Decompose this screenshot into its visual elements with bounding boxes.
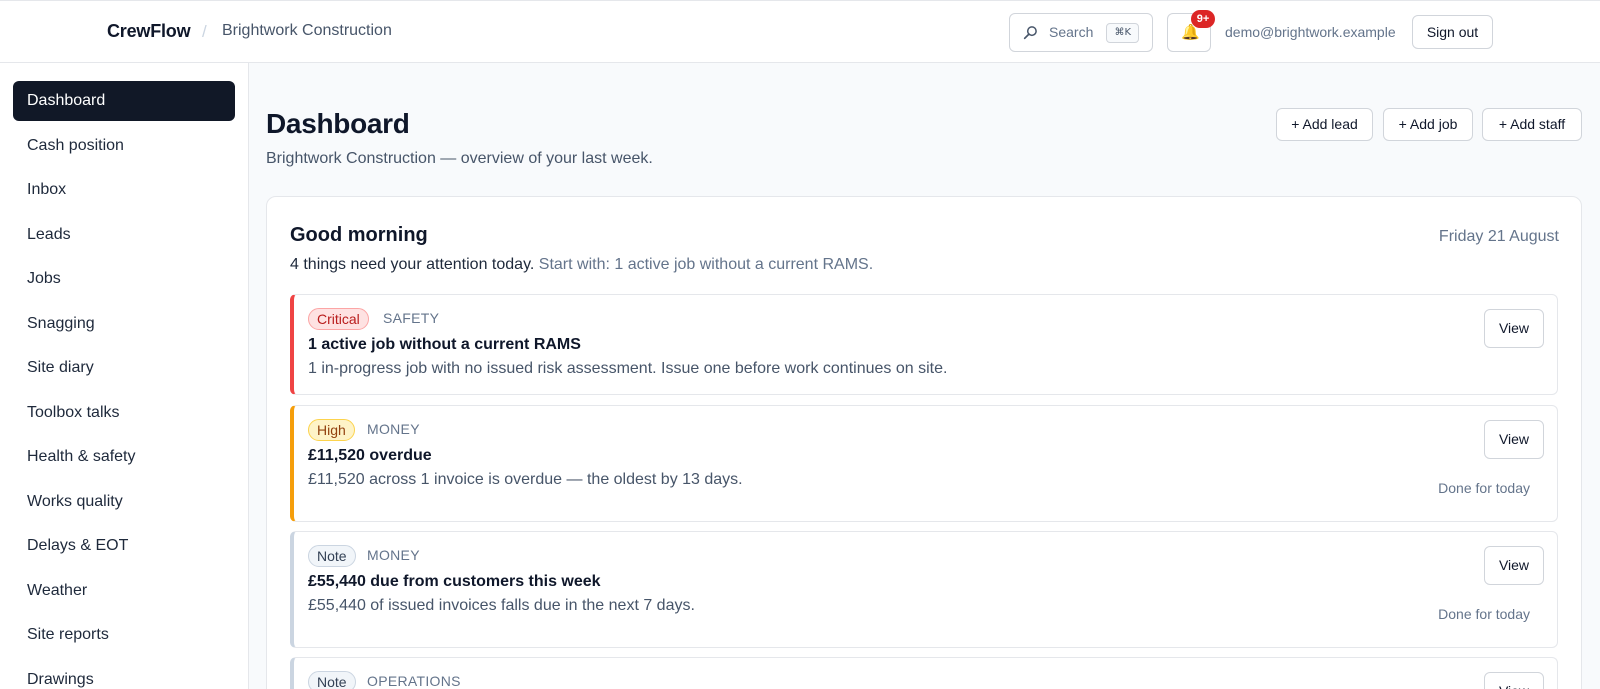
alert-title: £11,520 overdue xyxy=(308,447,432,464)
search-icon xyxy=(1023,26,1037,40)
search-button[interactable]: Search ⌘K xyxy=(1009,13,1153,52)
alert-item: Note MONEY £55,440 due from customers th… xyxy=(290,531,1558,648)
sidebar-item-works-quality[interactable]: Works quality xyxy=(13,482,235,522)
add-staff-button[interactable]: + Add staff xyxy=(1482,108,1582,141)
view-button[interactable]: View xyxy=(1484,672,1544,689)
sidebar-item-inbox[interactable]: Inbox xyxy=(13,170,235,210)
search-label: Search xyxy=(1049,24,1094,40)
alert-description: £55,440 of issued invoices falls due in … xyxy=(308,597,695,614)
breadcrumb-separator: / xyxy=(202,22,207,41)
sidebar-item-jobs[interactable]: Jobs xyxy=(13,259,235,299)
sidebar-item-health-safety[interactable]: Health & safety xyxy=(13,437,235,477)
severity-badge: Note xyxy=(308,671,356,689)
alert-title: 1 active job without a current RAMS xyxy=(308,336,581,353)
page-title: Dashboard xyxy=(266,108,410,139)
sidebar-item-leads[interactable]: Leads xyxy=(13,215,235,255)
sidebar-item-toolbox-talks[interactable]: Toolbox talks xyxy=(13,393,235,433)
view-button[interactable]: View xyxy=(1484,420,1544,459)
user-email: demo@brightwork.example xyxy=(1225,24,1396,40)
sidebar-item-dashboard[interactable]: Dashboard xyxy=(13,81,235,121)
search-shortcut: ⌘K xyxy=(1106,23,1139,43)
severity-badge: Critical xyxy=(308,308,369,330)
alert-item: High MONEY £11,520 overdue £11,520 acros… xyxy=(290,405,1558,522)
alert-description: 1 in-progress job with no issued risk as… xyxy=(308,360,948,377)
view-button[interactable]: View xyxy=(1484,309,1544,348)
page-subtitle: Brightwork Construction — overview of yo… xyxy=(266,150,653,167)
alert-title: £55,440 due from customers this week xyxy=(308,573,601,590)
sidebar: Dashboard Cash position Inbox Leads Jobs… xyxy=(0,63,249,689)
alert-category: SAFETY xyxy=(383,310,440,326)
organization-name: Brightwork Construction xyxy=(222,22,392,39)
add-lead-button[interactable]: + Add lead xyxy=(1276,108,1373,141)
add-job-button[interactable]: + Add job xyxy=(1383,108,1473,141)
alert-category: MONEY xyxy=(367,547,420,563)
done-for-today-link[interactable]: Done for today xyxy=(1438,606,1530,622)
sidebar-item-weather[interactable]: Weather xyxy=(13,571,235,611)
alert-category: MONEY xyxy=(367,421,420,437)
greeting: Good morning xyxy=(290,224,428,246)
severity-badge: High xyxy=(308,419,355,441)
sign-out-button[interactable]: Sign out xyxy=(1412,15,1493,49)
sidebar-item-snagging[interactable]: Snagging xyxy=(13,304,235,344)
sidebar-item-delays-eot[interactable]: Delays & EOT xyxy=(13,526,235,566)
current-date: Friday 21 August xyxy=(1438,228,1559,245)
view-button[interactable]: View xyxy=(1484,546,1544,585)
sidebar-item-drawings[interactable]: Drawings xyxy=(13,660,235,689)
alert-description: £11,520 across 1 invoice is overdue — th… xyxy=(308,471,743,488)
sidebar-item-site-diary[interactable]: Site diary xyxy=(13,348,235,388)
sidebar-item-cash-position[interactable]: Cash position xyxy=(13,126,235,166)
alert-item: Note OPERATIONS View xyxy=(290,657,1558,689)
severity-badge: Note xyxy=(308,545,356,567)
done-for-today-link[interactable]: Done for today xyxy=(1438,480,1530,496)
alert-category: OPERATIONS xyxy=(367,673,461,689)
sidebar-item-site-reports[interactable]: Site reports xyxy=(13,615,235,655)
notification-count-badge: 9+ xyxy=(1191,10,1215,28)
attention-count: 4 things need your attention today. xyxy=(290,256,535,273)
attention-start-with: Start with: 1 active job without a curre… xyxy=(538,256,874,273)
brand-logo[interactable]: CrewFlow xyxy=(107,21,191,42)
attention-summary: 4 things need your attention today. Star… xyxy=(290,256,873,274)
top-bar: CrewFlow / Brightwork Construction Searc… xyxy=(0,0,1600,63)
alert-item: Critical SAFETY 1 active job without a c… xyxy=(290,294,1558,395)
